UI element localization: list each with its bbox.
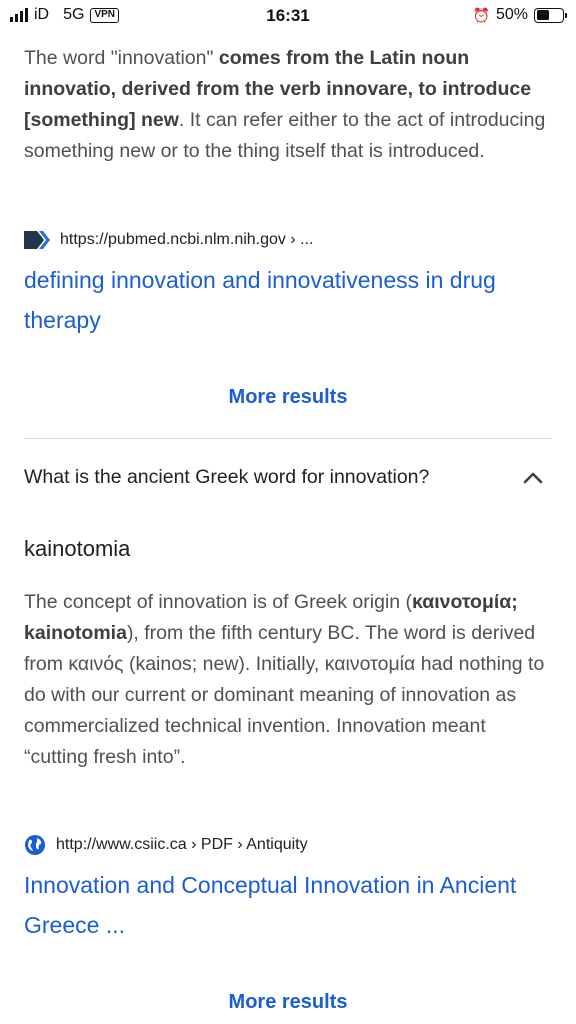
globe-icon — [25, 835, 45, 855]
pubmed-favicon-icon — [24, 231, 50, 249]
source-url: http://www.csiic.ca › PDF › Antiquity — [56, 836, 308, 853]
divider — [24, 438, 552, 439]
more-results-button-2[interactable]: More results — [0, 991, 576, 1014]
source-url: https://pubmed.ncbi.nlm.nih.gov › ... — [60, 231, 314, 248]
result-source[interactable]: https://pubmed.ncbi.nlm.nih.gov › ... — [24, 229, 313, 251]
result-link-title[interactable]: defining innovation and innovativeness i… — [24, 260, 552, 340]
faq-snippet: The concept of innovation is of Greek or… — [24, 587, 552, 773]
faq-answer: kainotomia — [24, 536, 131, 561]
more-results-button[interactable]: More results — [0, 386, 576, 409]
faq-source[interactable]: http://www.csiic.ca › PDF › Antiquity — [24, 834, 308, 856]
battery-icon — [534, 7, 567, 23]
battery-percent: 50% — [495, 6, 528, 23]
snippet-text: The word "innovation" — [24, 47, 219, 69]
result-snippet: The word "innovation" comes from the Lat… — [24, 43, 552, 167]
status-right: ⏰ 50% — [472, 6, 567, 24]
faq-question[interactable]: What is the ancient Greek word for innov… — [24, 466, 429, 489]
chevron-up-icon[interactable] — [522, 468, 544, 486]
status-bar: iD 5G VPN 16:31 ⏰ 50% — [0, 0, 576, 34]
alarm-icon: ⏰ — [472, 6, 490, 23]
faq-snippet-text: The concept of innovation is of Greek or… — [24, 591, 413, 613]
faq-link-title[interactable]: Innovation and Conceptual Innovation in … — [24, 865, 552, 945]
